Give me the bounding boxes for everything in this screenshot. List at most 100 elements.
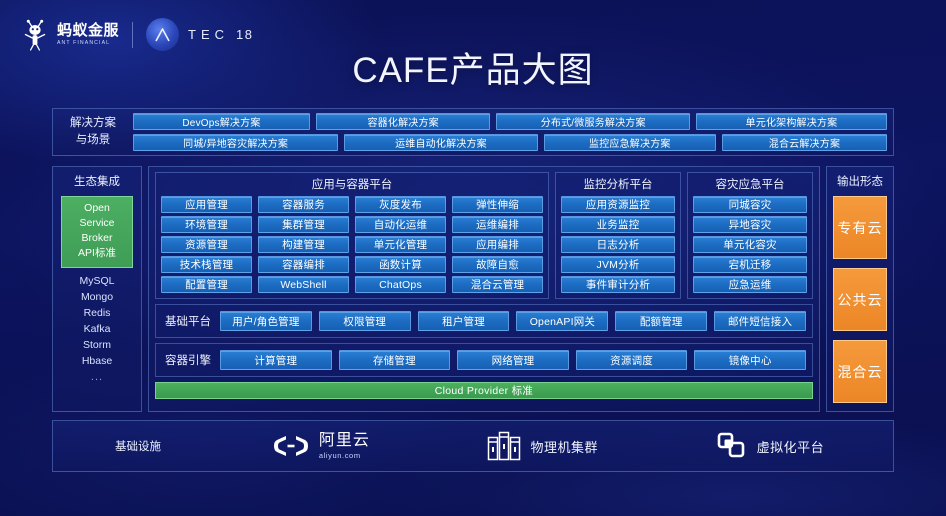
aliyun-name-cn: 阿里云 <box>318 431 370 449</box>
atec-year: 18 <box>236 27 254 42</box>
cell-webshell[interactable]: WebShell <box>258 276 349 293</box>
aliyun-name-en: aliyun.com <box>318 450 361 460</box>
disaster-recovery-platform-cells: 同城容灾 异地容灾 单元化容灾 宕机迁移 应急运维 <box>693 196 807 293</box>
solution-hybrid-cloud[interactable]: 混合云解决方案 <box>721 134 887 151</box>
cell-quota-management[interactable]: 配额管理 <box>615 311 708 331</box>
cell-emergency-ops[interactable]: 应急运维 <box>693 276 807 293</box>
infrastructure-items: 阿里云 aliyun.com 物理机集群 虚拟化平台 <box>213 431 883 461</box>
eco-item-kafka: Kafka <box>83 322 111 335</box>
platforms-panel: 应用与容器平台 应用管理 容器服务 灰度发布 弹性伸缩 环境管理 集群管理 自动… <box>148 166 820 412</box>
cell-unitized-dr[interactable]: 单元化容灾 <box>693 236 807 253</box>
cell-tenant-management[interactable]: 租户管理 <box>417 311 510 331</box>
ecosystem-panel: 生态集成 Open Service Broker API标准 MySQL Mon… <box>52 166 142 412</box>
cell-cluster-management[interactable]: 集群管理 <box>258 216 349 233</box>
ant-financial-logo: 蚂蚁金服 ANT FINANCIAL <box>22 19 119 51</box>
output-hybrid-cloud[interactable]: 混合云 <box>833 340 887 403</box>
cell-storage-management[interactable]: 存储管理 <box>338 350 451 370</box>
infra-physical-cluster-label: 物理机集群 <box>530 439 598 455</box>
brand-divider <box>132 21 134 48</box>
solution-devops[interactable]: DevOps解决方案 <box>133 113 310 130</box>
output-dedicated-cloud[interactable]: 专有云 <box>833 196 887 259</box>
ecosystem-component-list: MySQL Mongo Redis Kafka Storm Hbase ... <box>79 275 114 386</box>
cell-container-orchestration[interactable]: 容器编排 <box>258 256 349 273</box>
solutions-row-1: DevOps解决方案 容器化解决方案 分布式/微服务解决方案 单元化架构解决方案 <box>133 113 887 130</box>
solutions-label: 解决方案 与场景 <box>70 117 116 146</box>
container-engine-cells: 计算管理 存储管理 网络管理 资源调度 镜像中心 <box>220 350 806 370</box>
server-rack-icon <box>488 431 521 461</box>
cell-self-healing[interactable]: 故障自愈 <box>452 256 543 273</box>
monitoring-platform-group: 监控分析平台 应用资源监控 业务监控 日志分析 JVM分析 事件审计分析 <box>555 172 681 299</box>
infra-item-aliyun: 阿里云 aliyun.com <box>272 432 370 460</box>
infrastructure-panel: 基础设施 阿里云 aliyun.com 物理机集群 虚拟化平台 <box>52 420 894 472</box>
cell-openapi-gateway[interactable]: OpenAPI网关 <box>516 311 609 331</box>
osb-line-1: Open <box>84 202 110 214</box>
cell-compute-management[interactable]: 计算管理 <box>220 350 332 370</box>
eco-item-more: ... <box>90 371 104 384</box>
cell-image-registry[interactable]: 镜像中心 <box>694 350 806 370</box>
cell-chatops[interactable]: ChatOps <box>355 276 446 293</box>
atec-letters: TEC <box>188 27 230 42</box>
cell-automated-ops[interactable]: 自动化运维 <box>355 216 446 233</box>
output-public-cloud[interactable]: 公共云 <box>833 268 887 331</box>
cell-same-city-dr[interactable]: 同城容灾 <box>693 196 807 213</box>
cell-log-analysis[interactable]: 日志分析 <box>561 236 675 253</box>
disaster-recovery-platform-group: 容灾应急平台 同城容灾 异地容灾 单元化容灾 宕机迁移 应急运维 <box>687 172 813 299</box>
platforms-top-row: 应用与容器平台 应用管理 容器服务 灰度发布 弹性伸缩 环境管理 集群管理 自动… <box>155 172 813 299</box>
cell-network-management[interactable]: 网络管理 <box>457 350 569 370</box>
cell-app-resource-monitor[interactable]: 应用资源监控 <box>561 196 675 213</box>
cell-permission-management[interactable]: 权限管理 <box>318 311 411 331</box>
solution-containerization[interactable]: 容器化解决方案 <box>315 113 491 130</box>
cell-config-management[interactable]: 配置管理 <box>161 276 252 293</box>
cell-ops-orchestration[interactable]: 运维编排 <box>452 216 543 233</box>
atec-logo: TEC 18 <box>146 18 253 51</box>
cell-event-audit-analysis[interactable]: 事件审计分析 <box>561 276 675 293</box>
eco-item-redis: Redis <box>83 306 111 319</box>
cell-crash-migration[interactable]: 宕机迁移 <box>693 256 807 273</box>
osb-line-4: API标准 <box>78 247 116 260</box>
cell-hybrid-cloud-management[interactable]: 混合云管理 <box>452 276 543 293</box>
infra-item-virtualization: 虚拟化平台 <box>716 431 825 461</box>
disaster-recovery-platform-title: 容灾应急平台 <box>715 179 785 191</box>
cell-user-role-management[interactable]: 用户/角色管理 <box>220 311 312 331</box>
ant-mascot-icon <box>24 19 46 51</box>
output-forms-title: 输出形态 <box>837 176 883 188</box>
cloud-provider-standard-bar: Cloud Provider 标准 <box>155 382 813 399</box>
solution-monitoring-emergency[interactable]: 监控应急解决方案 <box>543 134 716 151</box>
cell-unitized-management[interactable]: 单元化管理 <box>355 236 446 253</box>
infra-virtualization-label: 虚拟化平台 <box>756 439 825 455</box>
cell-gray-release[interactable]: 灰度发布 <box>355 196 446 213</box>
cell-techstack-management[interactable]: 技术栈管理 <box>161 256 252 273</box>
monitoring-platform-title: 监控分析平台 <box>583 179 653 191</box>
cell-business-monitor[interactable]: 业务监控 <box>561 216 675 233</box>
infrastructure-label: 基础设施 <box>115 441 161 453</box>
solution-unitized-arch[interactable]: 单元化架构解决方案 <box>695 113 887 130</box>
infra-item-physical-cluster: 物理机集群 <box>487 431 598 461</box>
basic-platform-cells: 用户/角色管理 权限管理 租户管理 OpenAPI网关 配额管理 邮件短信接入 <box>220 311 806 331</box>
cell-resource-management[interactable]: 资源管理 <box>161 236 252 253</box>
eco-item-mongo: Mongo <box>80 290 114 303</box>
eco-item-hbase: Hbase <box>81 355 113 368</box>
solution-disaster-recovery[interactable]: 同城/异地容灾解决方案 <box>133 134 339 151</box>
open-service-broker-box[interactable]: Open Service Broker API标准 <box>61 196 133 268</box>
cell-function-compute[interactable]: 函数计算 <box>355 256 446 273</box>
ecosystem-title: 生态集成 <box>74 176 120 188</box>
cell-jvm-analysis[interactable]: JVM分析 <box>561 256 675 273</box>
cell-env-management[interactable]: 环境管理 <box>161 216 252 233</box>
cell-app-management[interactable]: 应用管理 <box>161 196 252 213</box>
cell-build-management[interactable]: 构建管理 <box>258 236 349 253</box>
solutions-panel: 解决方案 与场景 DevOps解决方案 容器化解决方案 分布式/微服务解决方案 … <box>52 108 894 156</box>
cell-app-orchestration[interactable]: 应用编排 <box>452 236 543 253</box>
cell-mail-sms-access[interactable]: 邮件短信接入 <box>714 311 806 331</box>
osb-line-2: Service <box>79 217 115 230</box>
cell-remote-dr[interactable]: 异地容灾 <box>693 216 807 233</box>
cell-resource-scheduling[interactable]: 资源调度 <box>575 350 688 370</box>
solution-ops-automation[interactable]: 运维自动化解决方案 <box>344 134 538 151</box>
aliyun-logo-icon <box>273 436 308 456</box>
app-container-platform-group: 应用与容器平台 应用管理 容器服务 灰度发布 弹性伸缩 环境管理 集群管理 自动… <box>155 172 549 299</box>
solution-microservices[interactable]: 分布式/微服务解决方案 <box>496 113 690 130</box>
cell-container-service[interactable]: 容器服务 <box>258 196 349 213</box>
brand-name-cn: 蚂蚁金服 <box>57 21 120 39</box>
output-forms-boxes: 专有云 公共云 混合云 <box>833 196 887 403</box>
cell-elastic-scaling[interactable]: 弹性伸缩 <box>452 196 543 213</box>
atec-a-icon <box>146 18 180 51</box>
